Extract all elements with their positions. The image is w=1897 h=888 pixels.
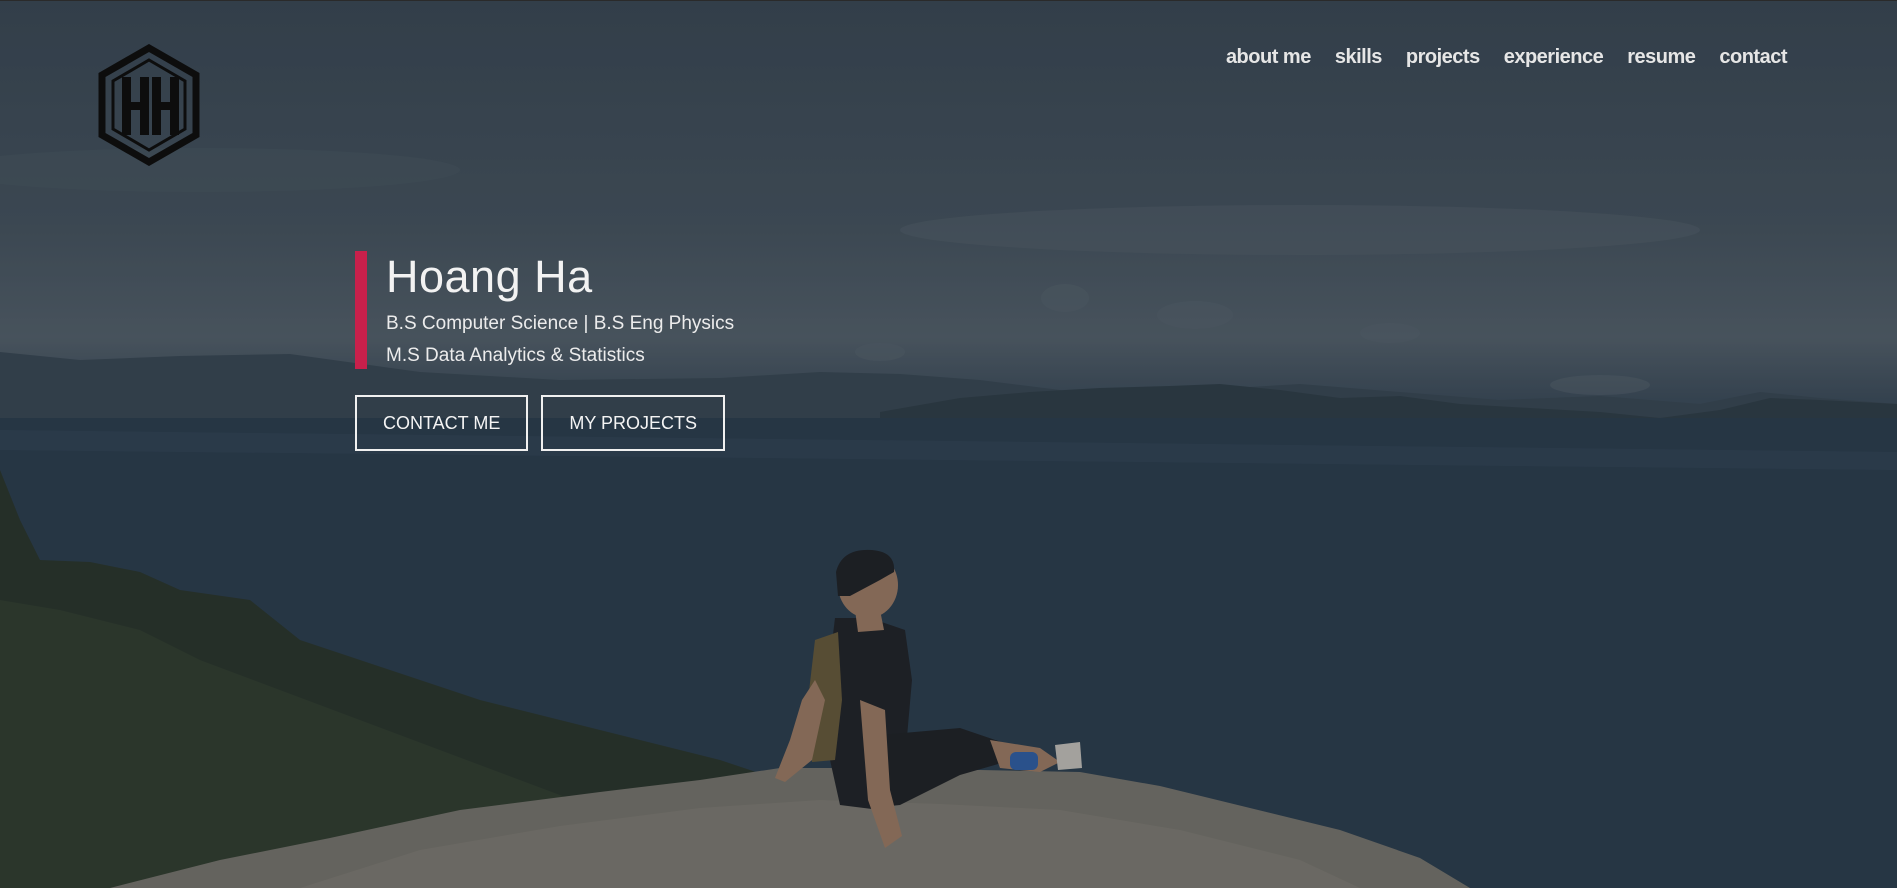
main-nav: about me skills projects experience resu… [1226, 46, 1788, 69]
background-photo [0, 0, 1897, 888]
my-projects-button[interactable]: MY PROJECTS [541, 395, 726, 451]
degree-line-bachelor: B.S Computer Science | B.S Eng Physics [386, 313, 735, 334]
nav-resume[interactable]: resume [1627, 46, 1696, 69]
nav-contact[interactable]: contact [1719, 46, 1787, 69]
hh-logo-icon[interactable] [96, 44, 202, 166]
top-border [0, 0, 1897, 1]
hero-section: about me skills projects experience resu… [0, 0, 1897, 888]
nav-skills[interactable]: skills [1335, 46, 1383, 69]
degree-line-master: M.S Data Analytics & Statistics [386, 345, 645, 366]
nav-about-me[interactable]: about me [1226, 46, 1311, 69]
nav-experience[interactable]: experience [1504, 46, 1604, 69]
hero-buttons: CONTACT ME MY PROJECTS [355, 395, 726, 451]
nav-projects[interactable]: projects [1406, 46, 1480, 69]
page-title: Hoang Ha [386, 251, 593, 302]
accent-bar [355, 251, 367, 369]
contact-me-button[interactable]: CONTACT ME [355, 395, 529, 451]
